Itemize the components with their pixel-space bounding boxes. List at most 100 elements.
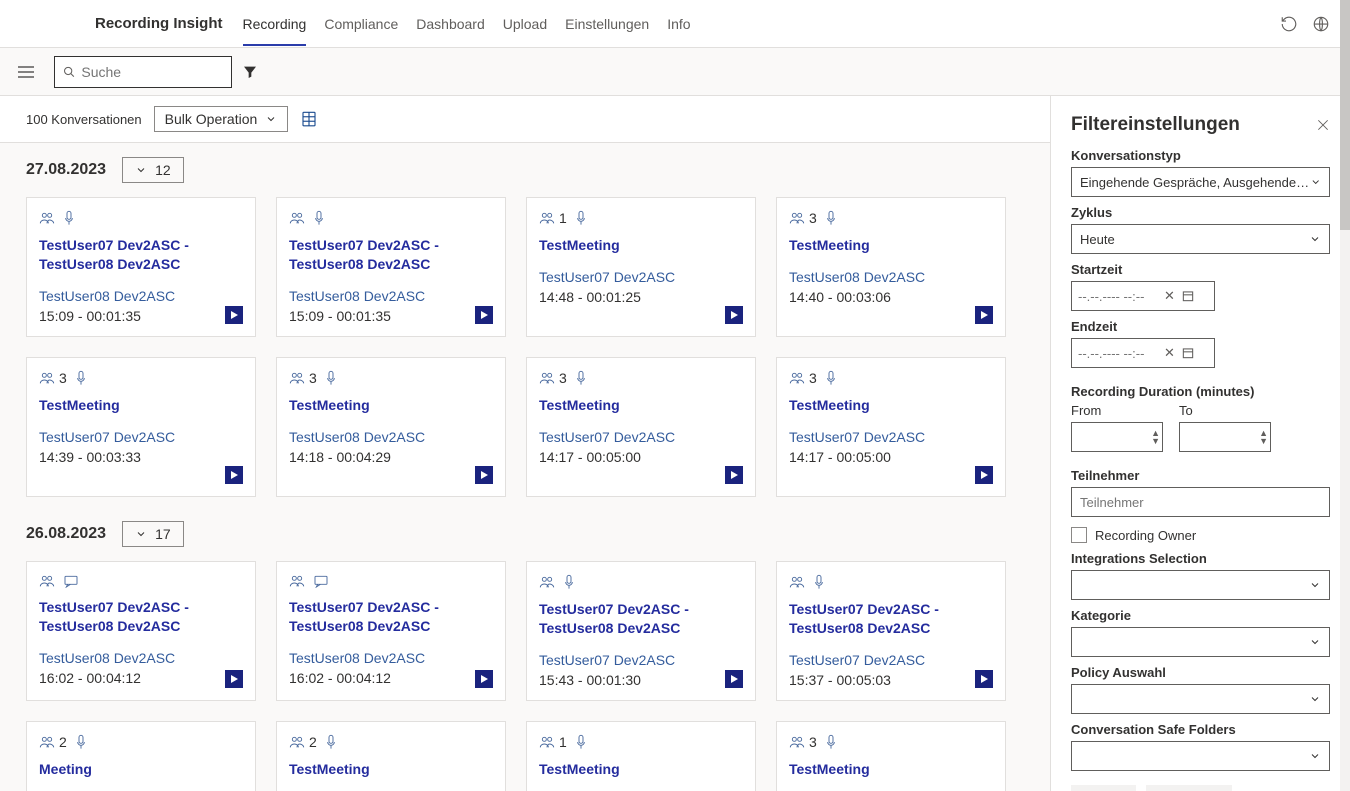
recording-card[interactable]: 3TestMeetingTestUser07 Dev2ASC14:17 - 00… (776, 357, 1006, 497)
recording-card[interactable]: 3TestMeetingTestUser07 Dev2ASC14:17 - 00… (526, 357, 756, 497)
recording-card[interactable]: 3TestMeeting (776, 721, 1006, 791)
play-button[interactable] (725, 466, 743, 484)
card-owner: TestUser08 Dev2ASC (789, 269, 993, 285)
tab-recording[interactable]: Recording (243, 2, 307, 46)
recording-card[interactable]: TestUser07 Dev2ASC - TestUser08 Dev2ASC T… (26, 197, 256, 337)
recording-card[interactable]: 1TestMeetingTestUser07 Dev2ASC14:48 - 00… (526, 197, 756, 337)
recording-card[interactable]: TestUser07 Dev2ASC - TestUser08 Dev2ASCT… (26, 561, 256, 701)
clear-icon[interactable]: ✕ (1164, 288, 1175, 304)
recording-card[interactable]: 2Meeting (26, 721, 256, 791)
duration-from-input[interactable]: ▲▼ (1071, 422, 1163, 452)
play-button[interactable] (475, 306, 493, 324)
refresh-icon[interactable] (1280, 15, 1298, 33)
card-time: 16:02 - 00:04:12 (39, 670, 243, 686)
panel-scrollbar[interactable] (1340, 0, 1350, 791)
recording-card[interactable]: TestUser07 Dev2ASC - TestUser08 Dev2ASC T… (276, 561, 506, 701)
card-title: TestMeeting (789, 760, 993, 779)
group-toggle[interactable]: 17 (122, 521, 184, 547)
group-date: 27.08.2023 (26, 161, 106, 179)
end-time-field[interactable] (1078, 346, 1158, 361)
people-icon (789, 371, 805, 385)
play-button[interactable] (725, 670, 743, 688)
cycle-label: Zyklus (1071, 205, 1330, 220)
from-label: From (1071, 403, 1163, 418)
play-button[interactable] (225, 466, 243, 484)
people-icon (539, 371, 555, 385)
card-title: TestUser07 Dev2ASC - TestUser08 Dev2ASC (289, 236, 493, 274)
recording-card[interactable]: 2TestMeeting (276, 721, 506, 791)
participant-count: 3 (59, 370, 67, 386)
group-toggle[interactable]: 12 (122, 157, 184, 183)
card-time: 15:37 - 00:05:03 (789, 672, 993, 688)
close-icon[interactable] (1316, 118, 1330, 132)
menu-icon[interactable] (10, 62, 42, 82)
save-button[interactable]: Speichern (1146, 785, 1233, 791)
category-select[interactable] (1071, 627, 1330, 657)
start-time-field[interactable] (1078, 289, 1158, 304)
spinner-icon[interactable]: ▲▼ (1259, 429, 1268, 445)
panel-title: Filtereinstellungen (1071, 114, 1240, 136)
card-time: 15:09 - 00:01:35 (289, 308, 493, 324)
recording-card[interactable]: 3TestMeetingTestUser08 Dev2ASC14:18 - 00… (276, 357, 506, 497)
play-button[interactable] (475, 466, 493, 484)
cycle-select[interactable]: Heute (1071, 224, 1330, 254)
integrations-select[interactable] (1071, 570, 1330, 600)
bulk-operation-button[interactable]: Bulk Operation (154, 106, 289, 132)
results-count: 100 Konversationen (26, 112, 142, 127)
tab-compliance[interactable]: Compliance (324, 2, 398, 46)
people-icon (789, 211, 805, 225)
spinner-icon[interactable]: ▲▼ (1151, 429, 1160, 445)
recording-card[interactable]: 1TestMeeting (526, 721, 756, 791)
card-title: TestUser07 Dev2ASC - TestUser08 Dev2ASC (39, 236, 243, 274)
calendar-icon[interactable] (1181, 289, 1195, 303)
duration-label: Recording Duration (minutes) (1071, 384, 1330, 399)
play-button[interactable] (475, 670, 493, 688)
people-icon (289, 371, 305, 385)
play-button[interactable] (975, 466, 993, 484)
search-box[interactable] (54, 56, 232, 88)
play-button[interactable] (725, 306, 743, 324)
play-button[interactable] (225, 306, 243, 324)
participant-count: 1 (559, 734, 567, 750)
participants-input[interactable] (1071, 487, 1330, 517)
card-time: 16:02 - 00:04:12 (289, 670, 493, 686)
filter-icon[interactable] (242, 64, 258, 80)
safe-folders-label: Conversation Safe Folders (1071, 722, 1330, 737)
recording-card[interactable]: TestUser07 Dev2ASC - TestUser08 Dev2ASCT… (276, 197, 506, 337)
clear-icon[interactable]: ✕ (1164, 345, 1175, 361)
globe-icon[interactable] (1312, 15, 1330, 33)
conv-type-select[interactable]: Eingehende Gespräche, Ausgehende G... (1071, 167, 1330, 197)
card-owner: TestUser08 Dev2ASC (289, 650, 493, 666)
recording-card[interactable]: 3TestMeetingTestUser07 Dev2ASC14:39 - 00… (26, 357, 256, 497)
play-button[interactable] (975, 306, 993, 324)
mic-icon (563, 574, 575, 590)
card-owner: TestUser08 Dev2ASC (39, 288, 243, 304)
card-title: TestUser07 Dev2ASC - TestUser08 Dev2ASC (289, 598, 493, 636)
end-time-input[interactable]: ✕ (1071, 338, 1215, 368)
duration-to-input[interactable]: ▲▼ (1179, 422, 1271, 452)
search-input[interactable] (81, 64, 223, 80)
people-icon (289, 735, 305, 749)
start-time-input[interactable]: ✕ (1071, 281, 1215, 311)
mic-icon (325, 734, 337, 750)
tab-dashboard[interactable]: Dashboard (416, 2, 485, 46)
export-excel-icon[interactable] (300, 110, 318, 128)
people-icon (789, 575, 805, 589)
safe-folders-select[interactable] (1071, 741, 1330, 771)
tab-einstellungen[interactable]: Einstellungen (565, 2, 649, 46)
tab-info[interactable]: Info (667, 2, 690, 46)
play-button[interactable] (225, 670, 243, 688)
tab-upload[interactable]: Upload (503, 2, 547, 46)
card-owner: TestUser07 Dev2ASC (39, 429, 243, 445)
card-title: TestMeeting (39, 396, 243, 415)
main-content: 100 Konversationen Bulk Operation 27.08.… (0, 96, 1050, 791)
participant-count: 1 (559, 210, 567, 226)
recording-card[interactable]: TestUser07 Dev2ASC - TestUser08 Dev2ASCT… (776, 561, 1006, 701)
search-button[interactable]: Suche (1071, 785, 1136, 791)
recording-card[interactable]: 3TestMeetingTestUser08 Dev2ASC14:40 - 00… (776, 197, 1006, 337)
recording-owner-checkbox[interactable] (1071, 527, 1087, 543)
play-button[interactable] (975, 670, 993, 688)
recording-card[interactable]: TestUser07 Dev2ASC - TestUser08 Dev2ASCT… (526, 561, 756, 701)
calendar-icon[interactable] (1181, 346, 1195, 360)
policy-select[interactable] (1071, 684, 1330, 714)
